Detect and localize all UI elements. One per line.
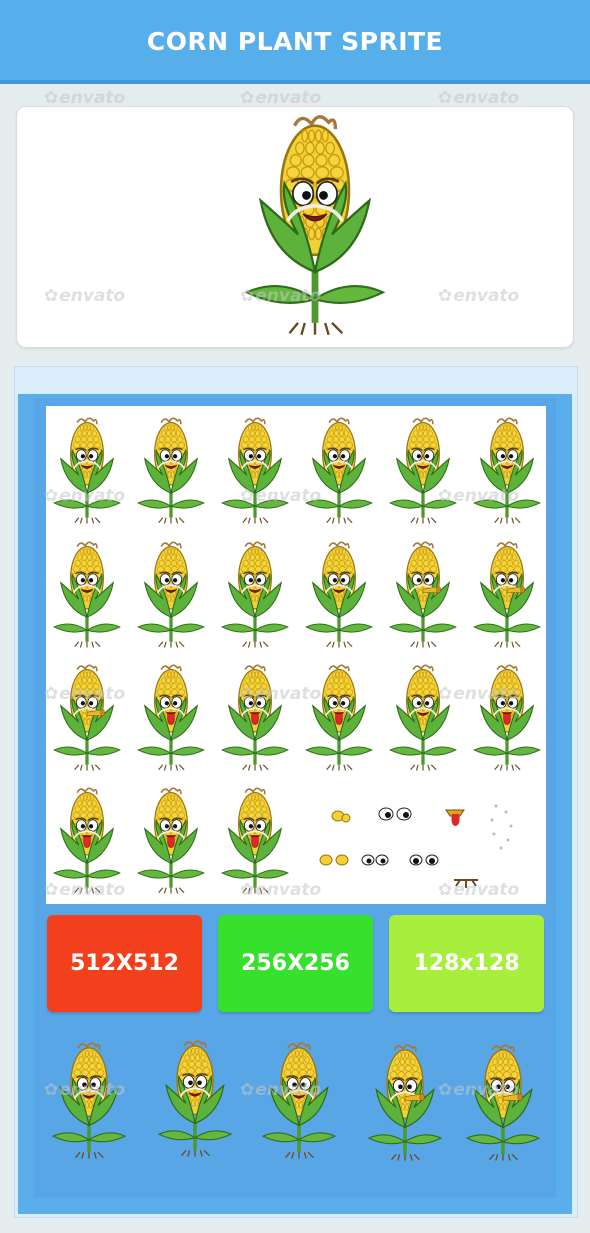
sprite-frame: [46, 784, 128, 898]
size-128-label: 128x128: [413, 951, 520, 976]
sprite-frame: [46, 538, 128, 652]
size-128-button[interactable]: 128x128: [389, 915, 544, 1012]
sprite-frame: [130, 661, 212, 775]
preview-corn-sprite: [458, 1032, 548, 1174]
envato-watermark: ✿envato: [240, 88, 322, 108]
hero-corn-sprite: [230, 112, 400, 340]
preview-corn-sprite: [360, 1032, 450, 1174]
sprite-frame: [466, 414, 548, 528]
size-512-button[interactable]: 512X512: [47, 915, 202, 1012]
sprite-frame: [130, 414, 212, 528]
sprite-frame: [298, 538, 380, 652]
header-bar: CORN PLANT SPRITE: [0, 0, 590, 84]
sprite-frame: [46, 414, 128, 528]
page-title: CORN PLANT SPRITE: [146, 27, 444, 56]
sprite-frame: [214, 784, 296, 898]
preview-corn-sprite: [150, 1028, 240, 1170]
sprite-frame: [298, 414, 380, 528]
sprite-frame: [298, 661, 380, 775]
sprite-frame: [130, 538, 212, 652]
sprite-frame: [466, 538, 548, 652]
preview-corn-sprite: [44, 1030, 134, 1172]
sprite-frame: [214, 414, 296, 528]
size-512-label: 512X512: [70, 951, 179, 976]
preview-corn-sprite: [254, 1030, 344, 1172]
sprite-frame: [130, 784, 212, 898]
sprite-frame: [46, 661, 128, 775]
size-256-label: 256X256: [241, 951, 350, 976]
sprite-frame: [382, 538, 464, 652]
envato-watermark: ✿envato: [44, 88, 126, 108]
sprite-frame: [382, 661, 464, 775]
sprite-frame: [214, 538, 296, 652]
sprite-frame: [382, 414, 464, 528]
sprite-frame: [214, 661, 296, 775]
sprite-frame: [466, 661, 548, 775]
envato-watermark: ✿envato: [438, 88, 520, 108]
size-256-button[interactable]: 256X256: [218, 915, 373, 1012]
